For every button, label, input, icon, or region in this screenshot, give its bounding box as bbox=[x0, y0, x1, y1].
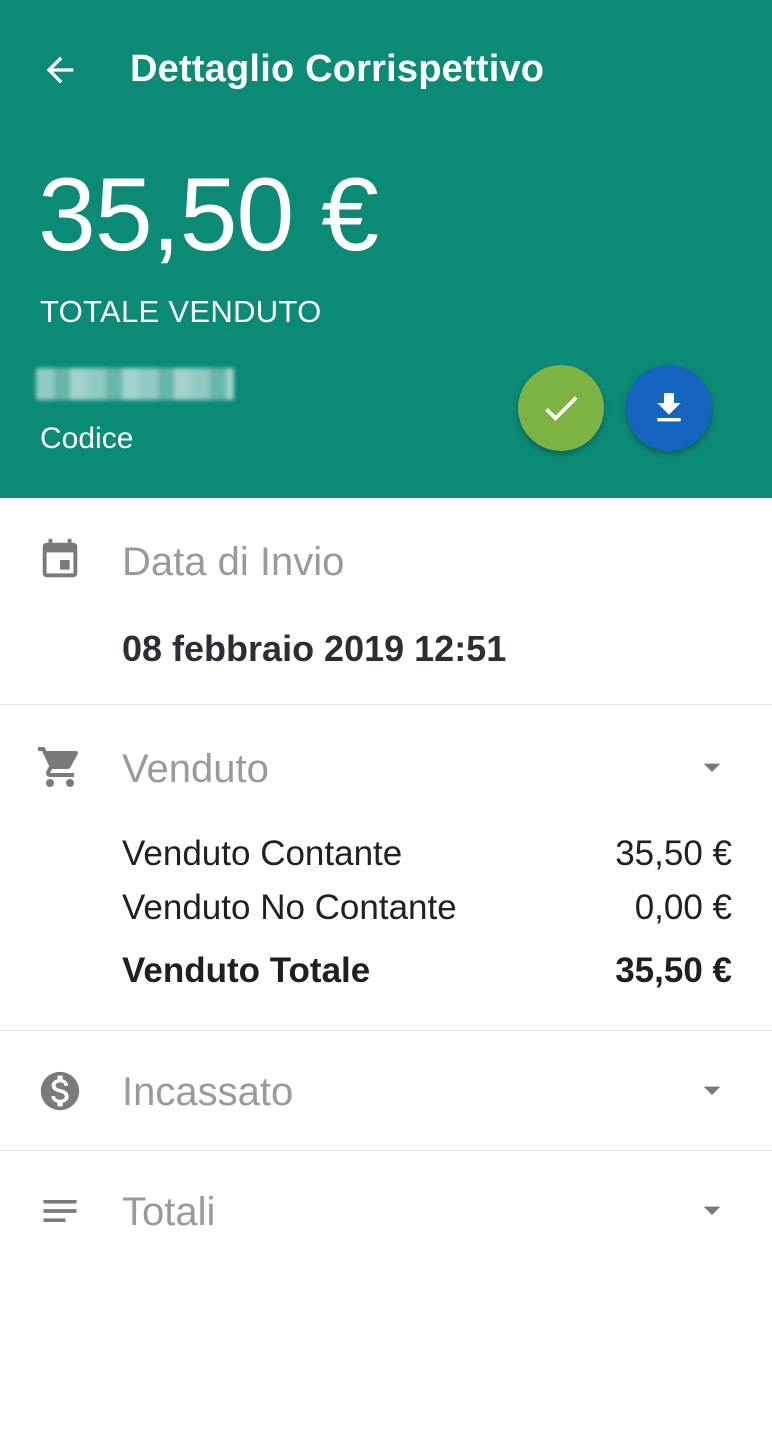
cart-icon bbox=[36, 743, 84, 791]
sold-row-label: Venduto Totale bbox=[122, 951, 371, 990]
collected-title: Incassato bbox=[122, 1070, 294, 1114]
totals-title: Totali bbox=[122, 1190, 216, 1234]
totals-expand-toggle[interactable] bbox=[692, 1190, 732, 1230]
send-date-title: Data di Invio bbox=[122, 540, 345, 584]
code-label: Codice bbox=[40, 422, 134, 455]
app-header: Dettaglio Corrispettivo 35,50 € TOTALE V… bbox=[0, 0, 772, 498]
download-icon bbox=[657, 393, 681, 422]
code-value-redacted bbox=[36, 368, 234, 400]
section-totals[interactable]: Totali bbox=[0, 1151, 772, 1271]
chevron-down-icon bbox=[703, 1206, 721, 1215]
sold-row-noncash: Venduto No Contante 0,00 € bbox=[122, 888, 732, 928]
section-collected[interactable]: Incassato bbox=[0, 1031, 772, 1151]
arrow-left-icon bbox=[46, 56, 74, 84]
total-amount: 35,50 € bbox=[38, 157, 379, 273]
sold-row-value: 35,50 € bbox=[615, 834, 732, 873]
section-send-date: Data di Invio bbox=[0, 498, 772, 705]
total-amount-label: TOTALE VENDUTO bbox=[40, 294, 322, 329]
sold-row-cash: Venduto Contante 35,50 € bbox=[122, 834, 732, 874]
collected-expand-toggle[interactable] bbox=[692, 1070, 732, 1110]
sold-row-total: Venduto Totale 35,50 € bbox=[122, 951, 732, 991]
send-date-value: 08 febbraio 2019 12:51 bbox=[122, 628, 507, 669]
sold-title: Venduto bbox=[122, 747, 269, 791]
sold-row-value: 35,50 € bbox=[615, 951, 732, 990]
confirm-button[interactable] bbox=[518, 365, 604, 451]
download-button[interactable] bbox=[626, 365, 712, 451]
dollar-coin-icon bbox=[36, 1067, 84, 1115]
sold-row-label: Venduto No Contante bbox=[122, 888, 457, 927]
notes-icon bbox=[36, 1187, 84, 1235]
calendar-icon bbox=[36, 536, 84, 584]
sold-row-label: Venduto Contante bbox=[122, 834, 403, 873]
back-button[interactable] bbox=[30, 42, 90, 98]
page-title: Dettaglio Corrispettivo bbox=[130, 48, 545, 90]
chevron-down-icon bbox=[703, 763, 721, 772]
sold-expand-toggle[interactable] bbox=[692, 747, 732, 787]
chevron-down-icon bbox=[703, 1086, 721, 1095]
sold-row-value: 0,00 € bbox=[634, 888, 732, 927]
check-icon bbox=[545, 396, 578, 421]
